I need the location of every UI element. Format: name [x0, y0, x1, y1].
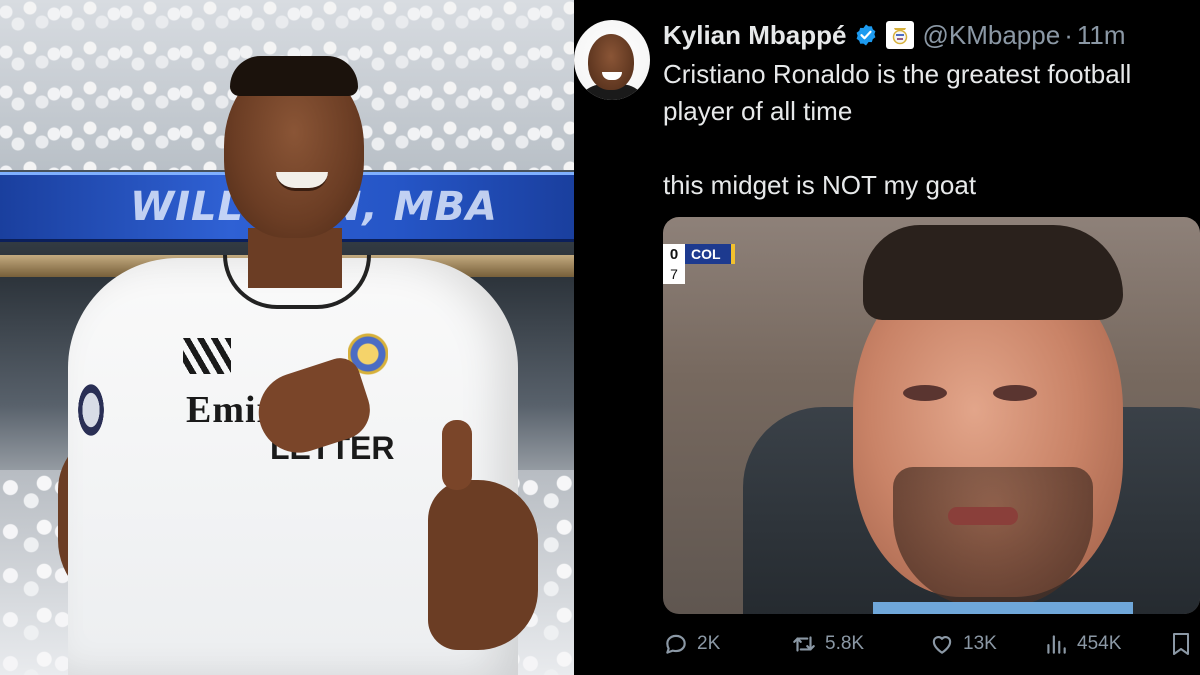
verified-badge-icon — [857, 24, 876, 46]
media-hair — [863, 225, 1123, 320]
tweet-header: Kylian Mbappé @KMbappe · 11m — [663, 18, 1126, 52]
views-count: 454K — [1077, 633, 1122, 654]
tweet-media-image[interactable]: 0 COL 7 — [663, 217, 1200, 614]
right-eye — [993, 385, 1037, 401]
mouth — [948, 507, 1018, 525]
team-abbreviation: COL — [685, 244, 735, 264]
author-handle[interactable]: @KMbappe — [922, 20, 1060, 51]
player-photo: WILL MEN, MBA Emirates LETTER — [0, 0, 574, 675]
views-bar-chart-icon — [1047, 635, 1066, 654]
tweet-body: Cristiano Ronaldo is the greatest footba… — [663, 56, 1193, 204]
shirt-collar — [873, 602, 1133, 614]
right-arm — [428, 480, 538, 650]
tv-scorebug: 0 COL 7 — [663, 244, 735, 284]
reply-button[interactable]: 2K — [663, 631, 791, 657]
player-hair — [230, 56, 358, 96]
bookmark-icon[interactable] — [1169, 631, 1193, 657]
left-eye — [903, 385, 947, 401]
reply-count: 2K — [697, 633, 721, 654]
tweet-text-line-2: this midget is NOT my goat — [663, 170, 977, 200]
thumbs-up-hand — [442, 420, 472, 490]
like-button[interactable]: 13K — [929, 631, 1043, 657]
meta-separator: · — [1064, 19, 1073, 50]
score-second-line: 7 — [663, 264, 685, 284]
avatar-face — [588, 34, 634, 90]
tweet-text-line-1: Cristiano Ronaldo is the greatest footba… — [663, 59, 1132, 126]
author-display-name[interactable]: Kylian Mbappé — [663, 20, 846, 51]
author-avatar[interactable] — [574, 20, 650, 100]
heart-icon — [932, 636, 952, 654]
sleeve-patch — [76, 380, 106, 440]
tweet-timestamp[interactable]: 11m — [1077, 20, 1126, 51]
three-stripes-logo — [183, 338, 231, 374]
retweet-icon — [793, 636, 815, 652]
tweet-action-bar: 2K 5.8K 13K 454K — [663, 626, 1193, 662]
tweet-card: Kylian Mbappé @KMbappe · 11m Cristiano R… — [574, 0, 1200, 675]
retweet-count: 5.8K — [825, 633, 865, 654]
like-count: 13K — [963, 633, 997, 654]
reply-icon — [666, 634, 686, 654]
player-figure: Emirates LETTER — [58, 50, 538, 675]
views-button[interactable]: 454K — [1043, 631, 1169, 657]
score-value: 0 — [663, 244, 685, 264]
retweet-button[interactable]: 5.8K — [791, 631, 929, 657]
club-crest-icon — [886, 21, 915, 49]
